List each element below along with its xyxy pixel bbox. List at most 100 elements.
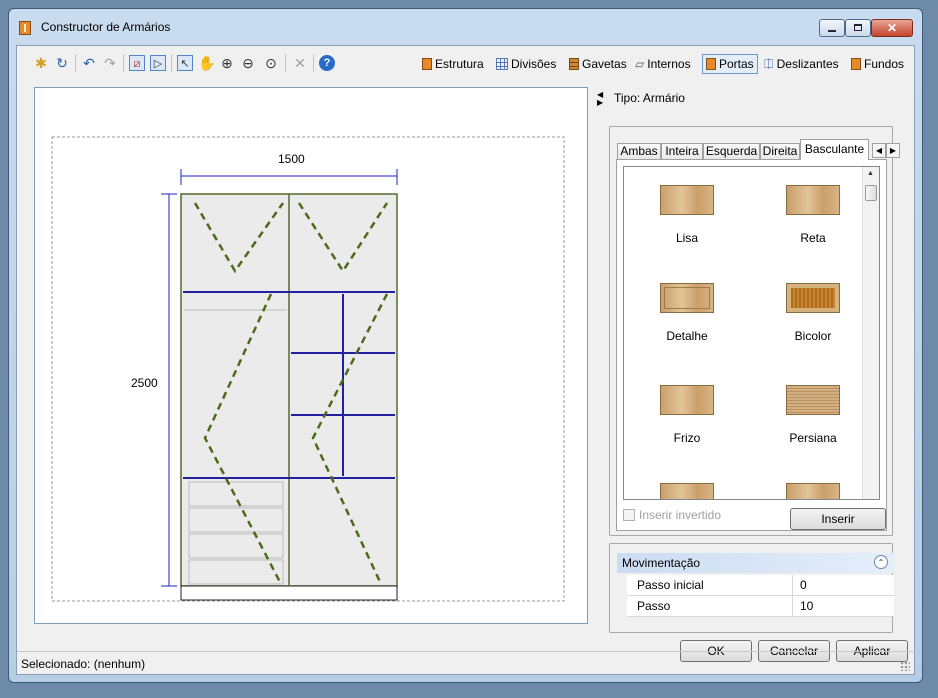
close-button[interactable]: ✕ (871, 19, 913, 37)
show-dimensions-icon[interactable]: ⧄ (129, 55, 145, 71)
prop-value[interactable]: 10 (800, 599, 813, 613)
type-label: Tipo: Armário (614, 91, 685, 105)
toolbar-separator (285, 54, 286, 72)
door-thumbnail (786, 385, 840, 415)
prop-row-step[interactable]: Passo 10 (627, 596, 894, 617)
module-label: Gavetas (582, 57, 627, 71)
window-title: Constructor de Armários (41, 20, 171, 34)
tab-esquerda[interactable]: Esquerda (703, 143, 760, 159)
scroll-up-icon[interactable]: ▲ (867, 170, 874, 177)
new-icon[interactable]: ✱ (33, 55, 49, 71)
structure-icon (422, 58, 432, 70)
door-thumbnail (786, 185, 840, 215)
panel-toggle-icon[interactable]: ◀ ▶ (597, 91, 603, 107)
module-label: Internos (647, 57, 691, 71)
insert-inverted-label: Inserir invertido (639, 508, 722, 522)
title-bar[interactable]: Constructor de Armários ✕ (9, 9, 922, 45)
wardrobe-drawing (51, 136, 565, 602)
door-thumbnail (660, 483, 714, 499)
module-portas[interactable]: Portas (702, 54, 758, 74)
delete-icon[interactable]: ✕ (292, 55, 308, 71)
prop-row-initial-step[interactable]: Passo inicial 0 (627, 575, 894, 596)
module-fundos[interactable]: Fundos (851, 54, 904, 74)
door-style-label: Lisa (675, 231, 698, 245)
app-icon (19, 21, 31, 35)
door-style-list[interactable]: Lisa Reta Detalhe Bicolor Frizo Persiana… (623, 166, 880, 500)
select-pointer-icon[interactable]: ↖ (177, 55, 193, 71)
module-label: Deslizantes (776, 57, 839, 71)
toolbar-separator (123, 54, 124, 72)
undo-icon[interactable]: ↶ (81, 55, 97, 71)
movement-title: Movimentação (622, 556, 701, 570)
resize-grip-icon[interactable] (900, 661, 910, 671)
door-thumbnail (786, 283, 840, 313)
insert-inverted-option: Inserir invertido (623, 508, 721, 522)
tab-scroll-right-icon[interactable]: ▶ (886, 143, 900, 158)
width-dimension-label: 1500 (278, 152, 305, 166)
door-type-group: Ambas Inteira Esquerda Direita Basculant… (609, 126, 900, 536)
door-thumbnail (786, 483, 840, 499)
door-style-item[interactable]: Reta (758, 185, 868, 245)
door-style-item[interactable]: Lisa (632, 185, 742, 245)
module-divisoes[interactable]: Divisões (496, 54, 556, 74)
prop-value[interactable]: 0 (800, 578, 807, 592)
door-style-item[interactable] (758, 483, 868, 499)
door-thumbnail (660, 283, 714, 313)
module-label: Portas (719, 57, 754, 71)
door-style-item[interactable]: Frizo (632, 385, 742, 445)
toolbar-separator (75, 54, 76, 72)
zoom-fit-icon[interactable]: ⊙ (263, 55, 279, 71)
tab-direita[interactable]: Direita (760, 143, 800, 159)
tab-scroll-left-icon[interactable]: ◀ (872, 143, 886, 158)
drawers-icon (569, 58, 579, 70)
door-style-item[interactable] (632, 483, 742, 499)
door-style-label: Frizo (673, 431, 701, 445)
insert-button[interactable]: Inserir (790, 508, 886, 530)
maximize-button[interactable] (845, 19, 871, 37)
module-estrutura[interactable]: Estrutura (422, 54, 484, 74)
module-label: Divisões (511, 57, 557, 71)
tab-ambas[interactable]: Ambas (617, 143, 661, 159)
refresh-icon[interactable]: ↻ (54, 55, 70, 71)
door-style-label: Bicolor (794, 329, 832, 343)
status-bar: Selecionado: (nenhum) (17, 651, 914, 674)
grid-icon (496, 58, 508, 70)
module-label: Fundos (864, 57, 905, 71)
insert-inverted-checkbox[interactable] (623, 509, 635, 521)
help-icon[interactable]: ? (319, 55, 335, 71)
back-panel-icon (851, 58, 861, 70)
door-style-item[interactable]: Persiana (758, 385, 868, 445)
movement-header[interactable]: Movimentação ⌃ (617, 553, 894, 573)
collapse-icon[interactable]: ⌃ (874, 555, 888, 569)
minimize-button[interactable] (819, 19, 845, 37)
show-frame-icon[interactable]: ▷ (150, 55, 166, 71)
door-icon (706, 58, 716, 70)
prop-key: Passo inicial (637, 578, 704, 592)
scroll-thumb[interactable] (865, 185, 877, 201)
list-scrollbar[interactable]: ▲ (862, 167, 879, 499)
module-gavetas[interactable]: Gavetas (569, 54, 627, 74)
wardrobe-base (180, 585, 398, 601)
module-deslizantes[interactable]: ⎅ Deslizantes (764, 54, 839, 74)
door-thumbnail (660, 385, 714, 415)
door-style-item[interactable]: Detalhe (632, 283, 742, 343)
module-internos[interactable]: ▱ Internos (635, 54, 691, 74)
toolbar-separator (313, 54, 314, 72)
toolbar: ✱ ↻ ↶ ↷ ⧄ ▷ ↖ ✋ ⊕ ⊖ ⊙ ✕ ? Estrutura Divi… (17, 46, 914, 82)
zoom-out-icon[interactable]: ⊖ (240, 55, 256, 71)
movement-group: Movimentação ⌃ Passo inicial 0 Passo 10 (609, 543, 894, 633)
drawing-canvas[interactable]: 1500 2500 (34, 87, 588, 624)
door-style-label: Reta (800, 231, 826, 245)
zoom-in-icon[interactable]: ⊕ (219, 55, 235, 71)
redo-icon[interactable]: ↷ (102, 55, 118, 71)
tab-inteira[interactable]: Inteira (661, 143, 703, 159)
door-style-item[interactable]: Bicolor (758, 283, 868, 343)
door-style-label: Persiana (789, 431, 837, 445)
tab-page-basculante: Lisa Reta Detalhe Bicolor Frizo Persiana… (616, 159, 887, 531)
prop-key: Passo (637, 599, 671, 613)
module-label: Estrutura (435, 57, 484, 71)
pan-hand-icon[interactable]: ✋ (198, 55, 215, 71)
tab-basculante[interactable]: Basculante (800, 139, 869, 160)
status-text: Selecionado: (nenhum) (21, 657, 146, 671)
door-thumbnail (660, 185, 714, 215)
